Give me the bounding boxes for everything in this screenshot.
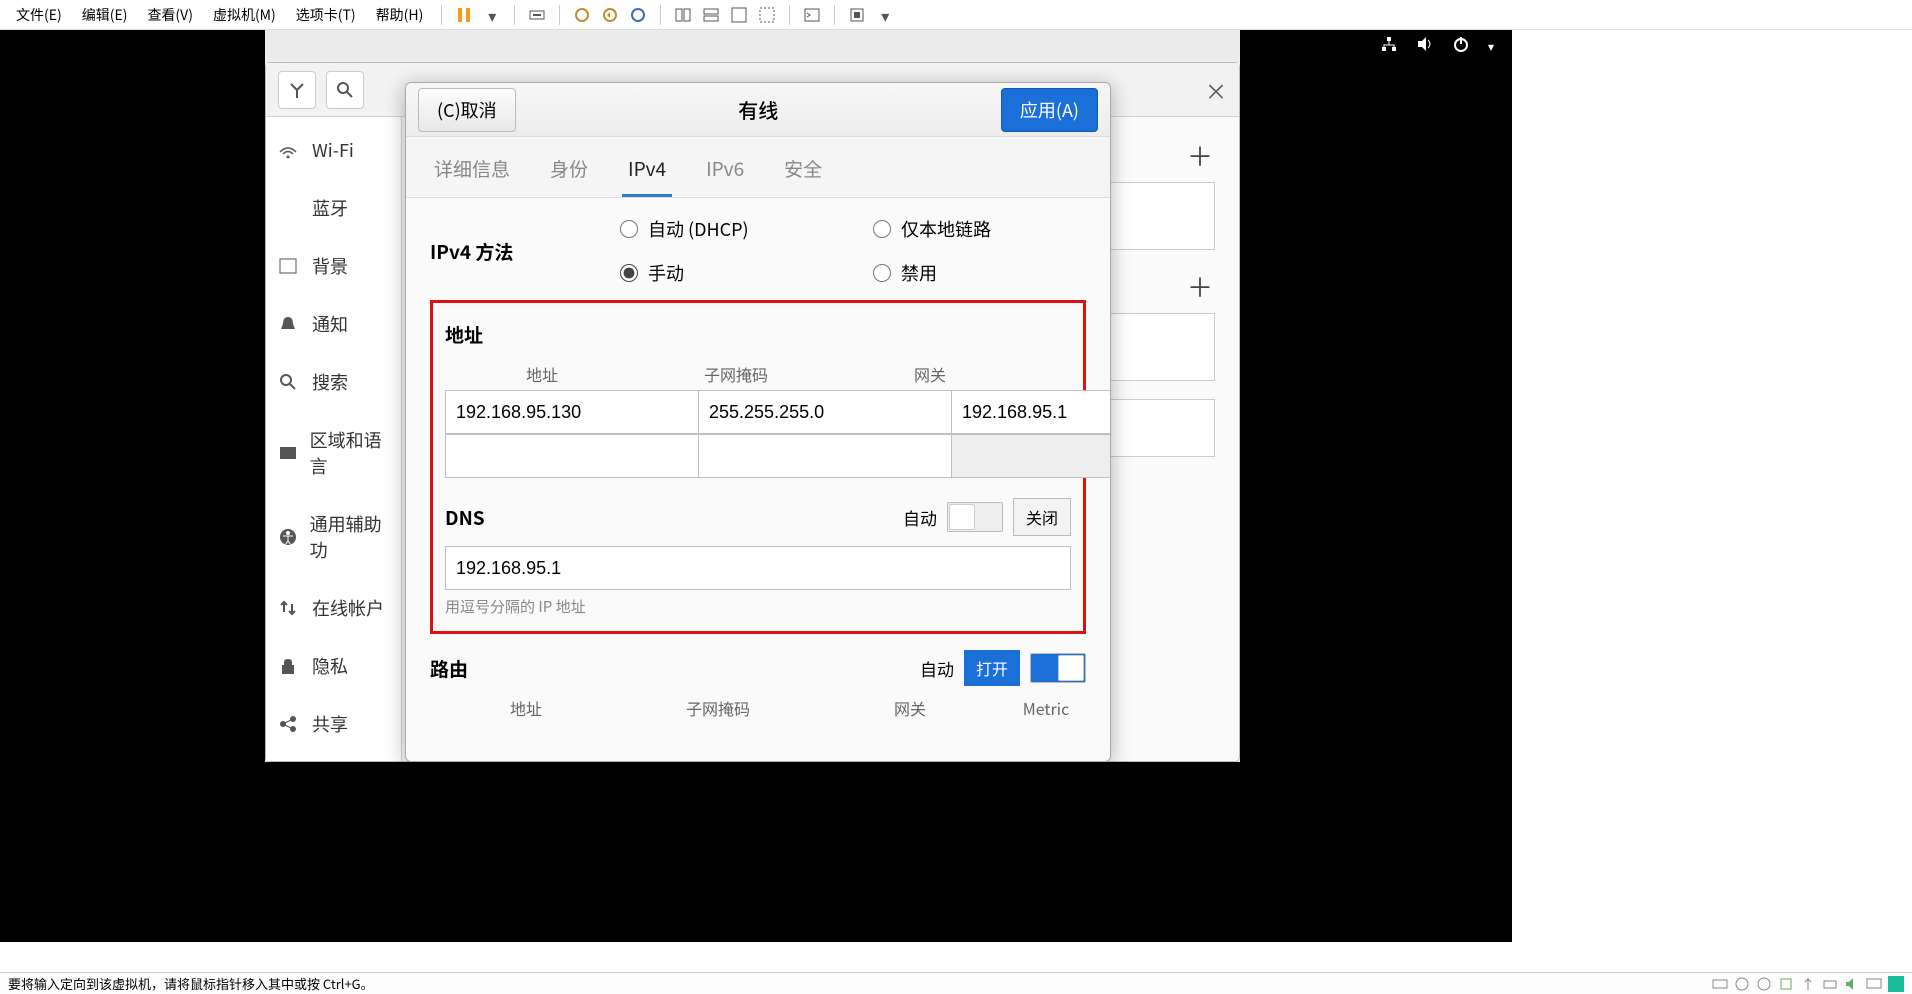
route-auto-label: 自动 [920,656,954,681]
settings-sidebar: Wi-Fi 蓝牙 背景 通知 搜索 区域和语言 通用辅助功 在线帐户 隐私 共享 [266,117,402,761]
preferences-icon[interactable] [843,1,871,29]
route-headers: 地址 子网掩码 网关 Metric [430,696,1086,720]
address-row-1 [445,390,1071,434]
route-on-label: 打开 [964,650,1020,686]
dialog-body: IPv4 方法 自动 (DHCP) 手动 仅本地链路 禁用 地址 [406,198,1110,766]
ipv4-method-label: IPv4 方法 [430,238,620,265]
radio-disable[interactable]: 禁用 [873,260,1086,286]
dialog-header: (C)取消 有线 应用(A) [406,83,1110,137]
device-sound-icon[interactable] [1844,976,1860,992]
menu-vm[interactable]: 虚拟机(M) [203,1,286,29]
vm-viewport: 活动 设置 ▾ 3月 1 08 : 12 ▾ × [0,30,1512,960]
tab-security[interactable]: 安全 [778,147,828,197]
device-net-icon[interactable] [1778,976,1794,992]
console-icon[interactable] [798,1,826,29]
tab-identity[interactable]: 身份 [544,147,594,197]
snapshot-icon[interactable] [568,1,596,29]
tab-ipv4[interactable]: IPv4 [622,147,672,197]
dns-label: DNS [445,504,485,531]
address-headers: 地址 子网掩码 网关 [445,362,1071,386]
sidebar-item-bluetooth[interactable]: 蓝牙 [266,179,401,237]
ipv4-method-row: IPv4 方法 自动 (DHCP) 手动 仅本地链路 禁用 [430,216,1086,286]
sidebar-item-notifications[interactable]: 通知 [266,295,401,353]
address-gw-input[interactable] [951,390,1110,434]
route-label: 路由 [430,655,468,682]
dialog-tabs: 详细信息 身份 IPv4 IPv6 安全 [406,137,1110,198]
statusbar-icons [1712,976,1904,992]
dns-off-label: 关闭 [1013,498,1071,536]
sidebar-item-sharing[interactable]: 共享 [266,695,401,753]
menu-file[interactable]: 文件(E) [6,1,72,29]
dns-auto-label: 自动 [903,505,937,530]
address-ip-input-2[interactable] [445,434,698,478]
host-menubar: 文件(E) 编辑(E) 查看(V) 虚拟机(M) 选项卡(T) 帮助(H) ▾ … [0,0,1912,30]
tab-details[interactable]: 详细信息 [428,147,516,197]
dialog-title: 有线 [738,95,778,124]
address-mask-input[interactable] [698,390,951,434]
settings-tools-icon[interactable] [278,71,316,109]
guest-desktop: × Wi-Fi 蓝牙 背景 通知 搜索 区域和语言 通用辅助功 在线帐户 隐私 … [265,30,1240,762]
highlight-box: 地址 地址 子网掩码 网关 [430,300,1086,634]
snapshot-manage-icon[interactable] [624,1,652,29]
pause-icon[interactable] [450,1,478,29]
send-cad-icon[interactable] [523,1,551,29]
snapshot-revert-icon[interactable] [596,1,624,29]
dns-input[interactable] [445,546,1071,590]
close-icon[interactable]: × [1205,75,1227,107]
dropdown-icon[interactable]: ▾ [478,1,506,29]
fullscreen-icon[interactable] [725,1,753,29]
tab-ipv6[interactable]: IPv6 [700,147,750,197]
host-statusbar: 要将输入定向到该虚拟机，请将鼠标指针移入其中或按 Ctrl+G。 [0,972,1912,994]
system-menu-dropdown-icon[interactable]: ▾ [1488,38,1494,55]
address-ip-input[interactable] [445,390,698,434]
radio-manual[interactable]: 手动 [620,260,833,286]
device-hdd-icon[interactable] [1712,976,1728,992]
sidebar-item-accessibility[interactable]: 通用辅助功 [266,495,401,579]
sidebar-item-search[interactable]: 搜索 [266,353,401,411]
dns-auto-switch[interactable] [947,502,1003,532]
device-usb-icon[interactable] [1800,976,1816,992]
radio-dhcp[interactable]: 自动 (DHCP) [620,216,833,242]
sidebar-item-region[interactable]: 区域和语言 [266,411,401,495]
address-row-2 [445,434,1071,478]
menu-help[interactable]: 帮助(H) [366,1,434,29]
add-connection-icon-2[interactable]: ＋ [1187,268,1213,305]
sidebar-item-wifi[interactable]: Wi-Fi [266,121,401,179]
device-cd-icon[interactable] [1734,976,1750,992]
apply-button[interactable]: 应用(A) [1001,88,1098,132]
menu-view[interactable]: 查看(V) [137,1,203,29]
statusbar-text: 要将输入定向到该虚拟机，请将鼠标指针移入其中或按 Ctrl+G。 [8,974,374,993]
vm-status-icon[interactable] [1888,976,1904,992]
sidebar-item-online-accounts[interactable]: 在线帐户 [266,579,401,637]
network-status-icon[interactable] [1380,34,1398,58]
settings-search-icon[interactable] [326,71,364,109]
dns-row: DNS 自动 关闭 [445,498,1071,536]
address-mask-input-2[interactable] [698,434,951,478]
device-display-icon[interactable] [1866,976,1882,992]
power-icon[interactable] [1452,34,1470,58]
radio-linklocal[interactable]: 仅本地链路 [873,216,1086,242]
device-cd2-icon[interactable] [1756,976,1772,992]
layout1-icon[interactable] [669,1,697,29]
addresses-section-title: 地址 [445,321,1071,348]
sidebar-item-background[interactable]: 背景 [266,237,401,295]
address-gw-input-2[interactable] [951,434,1110,478]
unity-icon[interactable] [753,1,781,29]
dropdown2-icon[interactable]: ▾ [871,1,899,29]
sidebar-item-privacy[interactable]: 隐私 [266,637,401,695]
route-auto-switch[interactable] [1030,653,1086,683]
cancel-button[interactable]: (C)取消 [418,88,516,132]
device-printer-icon[interactable] [1822,976,1838,992]
volume-icon[interactable] [1416,34,1434,58]
network-dialog: (C)取消 有线 应用(A) 详细信息 身份 IPv4 IPv6 安全 IPv4… [405,82,1111,762]
menu-tabs[interactable]: 选项卡(T) [286,1,366,29]
add-connection-icon[interactable]: ＋ [1187,137,1213,174]
menu-edit[interactable]: 编辑(E) [72,1,138,29]
dns-hint: 用逗号分隔的 IP 地址 [445,596,1071,617]
layout2-icon[interactable] [697,1,725,29]
